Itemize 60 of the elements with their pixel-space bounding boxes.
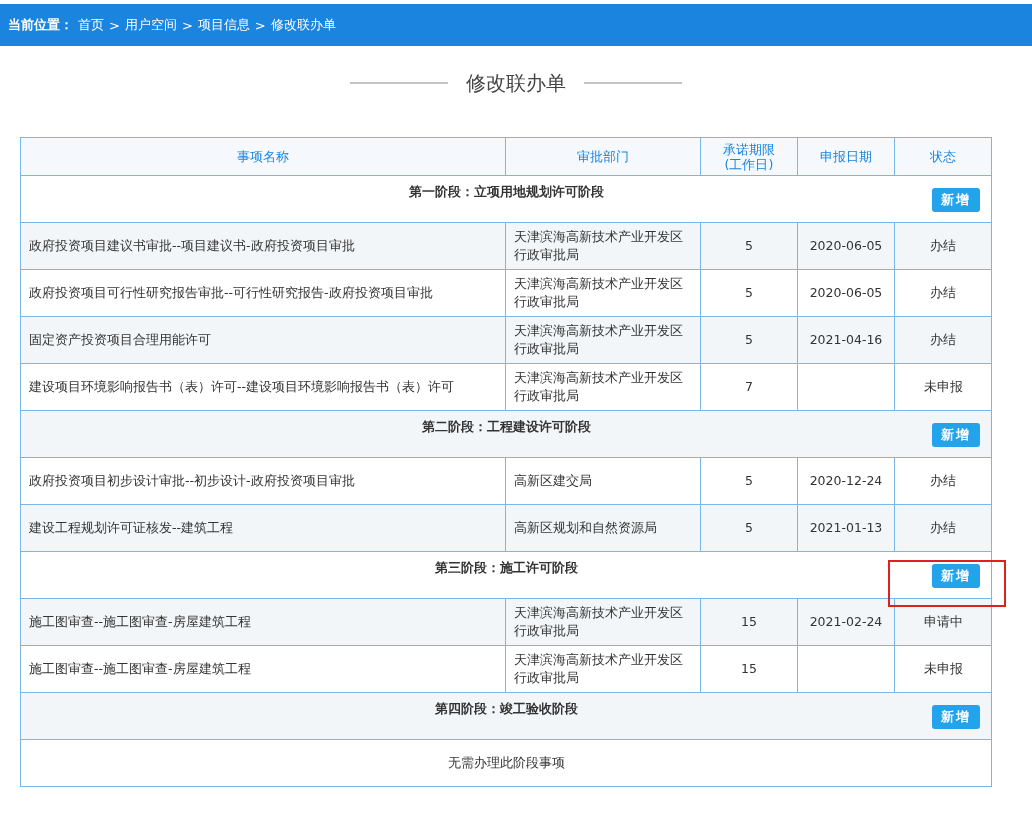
status-cell: 办结	[894, 269, 992, 317]
item-name-cell: 建设工程规划许可证核发--建筑工程	[20, 504, 506, 552]
stage-title: 第四阶段：竣工验收阶段	[434, 701, 578, 716]
separator: >	[109, 17, 120, 33]
stage-title: 第三阶段：施工许可阶段	[434, 560, 578, 575]
date-cell: 2021-02-24	[797, 598, 895, 646]
date-cell: 2020-06-05	[797, 269, 895, 317]
deadline-cell: 5	[700, 457, 798, 505]
deadline-cell: 5	[700, 504, 798, 552]
stage-title: 第二阶段：工程建设许可阶段	[421, 419, 591, 434]
item-name-cell: 政府投资项目建议书审批--项目建议书-政府投资项目审批	[20, 222, 506, 270]
column-header: 申报日期	[797, 137, 895, 176]
department-cell: 天津滨海高新技术产业开发区行政审批局	[505, 645, 701, 693]
status-cell: 办结	[894, 457, 992, 505]
breadcrumb-link[interactable]: 修改联办单	[270, 16, 336, 34]
breadcrumb-link[interactable]: 用户空间	[124, 16, 177, 34]
add-button[interactable]: 新增	[932, 423, 980, 447]
location-label: 当前位置：	[8, 16, 73, 34]
date-cell: 2021-01-13	[797, 504, 895, 552]
item-name-cell: 政府投资项目可行性研究报告审批--可行性研究报告-政府投资项目审批	[20, 269, 506, 317]
item-name-cell: 施工图审查--施工图审查-房屋建筑工程	[20, 645, 506, 693]
separator: >	[254, 17, 266, 33]
item-name-cell: 政府投资项目初步设计审批--初步设计-政府投资项目审批	[20, 457, 506, 505]
status-cell: 办结	[894, 222, 992, 270]
breadcrumb-link[interactable]: 首页	[78, 16, 104, 34]
column-header: 承诺期限 (工作日)	[700, 137, 798, 176]
breadcrumb-link[interactable]: 项目信息	[197, 16, 250, 34]
deadline-cell: 5	[700, 269, 798, 317]
column-header: 审批部门	[505, 137, 701, 176]
department-cell: 高新区建交局	[505, 457, 701, 505]
date-cell: 2020-06-05	[797, 222, 895, 270]
deadline-cell: 15	[700, 598, 798, 646]
column-header: 状态	[894, 137, 992, 176]
deadline-cell: 5	[700, 316, 798, 364]
status-cell: 办结	[894, 316, 992, 364]
empty-stage-note: 无需办理此阶段事项	[20, 739, 992, 787]
status-cell: 未申报	[894, 363, 992, 411]
add-button[interactable]: 新增	[932, 705, 980, 729]
add-button[interactable]: 新增	[932, 188, 980, 212]
item-name-cell: 施工图审查--施工图审查-房屋建筑工程	[20, 598, 506, 646]
column-header: 事项名称	[20, 137, 506, 176]
date-cell: 2021-04-16	[797, 316, 895, 364]
deadline-cell: 15	[700, 645, 798, 693]
status-cell: 未申报	[894, 645, 992, 693]
department-cell: 天津滨海高新技术产业开发区行政审批局	[505, 363, 701, 411]
deadline-cell: 7	[700, 363, 798, 411]
item-name-cell: 建设项目环境影响报告书（表）许可--建设项目环境影响报告书（表）许可	[20, 363, 506, 411]
page-title: 修改联办单	[466, 69, 566, 97]
item-name-cell: 固定资产投资项目合理用能许可	[20, 316, 506, 364]
department-cell: 天津滨海高新技术产业开发区行政审批局	[505, 269, 701, 317]
separator: >	[181, 17, 193, 33]
department-cell: 天津滨海高新技术产业开发区行政审批局	[505, 598, 701, 646]
department-cell: 高新区规划和自然资源局	[505, 504, 701, 552]
date-cell: 2020-12-24	[797, 457, 895, 505]
status-cell: 办结	[894, 504, 992, 552]
add-button[interactable]: 新增	[932, 564, 980, 588]
department-cell: 天津滨海高新技术产业开发区行政审批局	[505, 316, 701, 364]
deadline-cell: 5	[700, 222, 798, 270]
stage-title: 第一阶段：立项用地规划许可阶段	[408, 184, 604, 199]
department-cell: 天津滨海高新技术产业开发区行政审批局	[505, 222, 701, 270]
